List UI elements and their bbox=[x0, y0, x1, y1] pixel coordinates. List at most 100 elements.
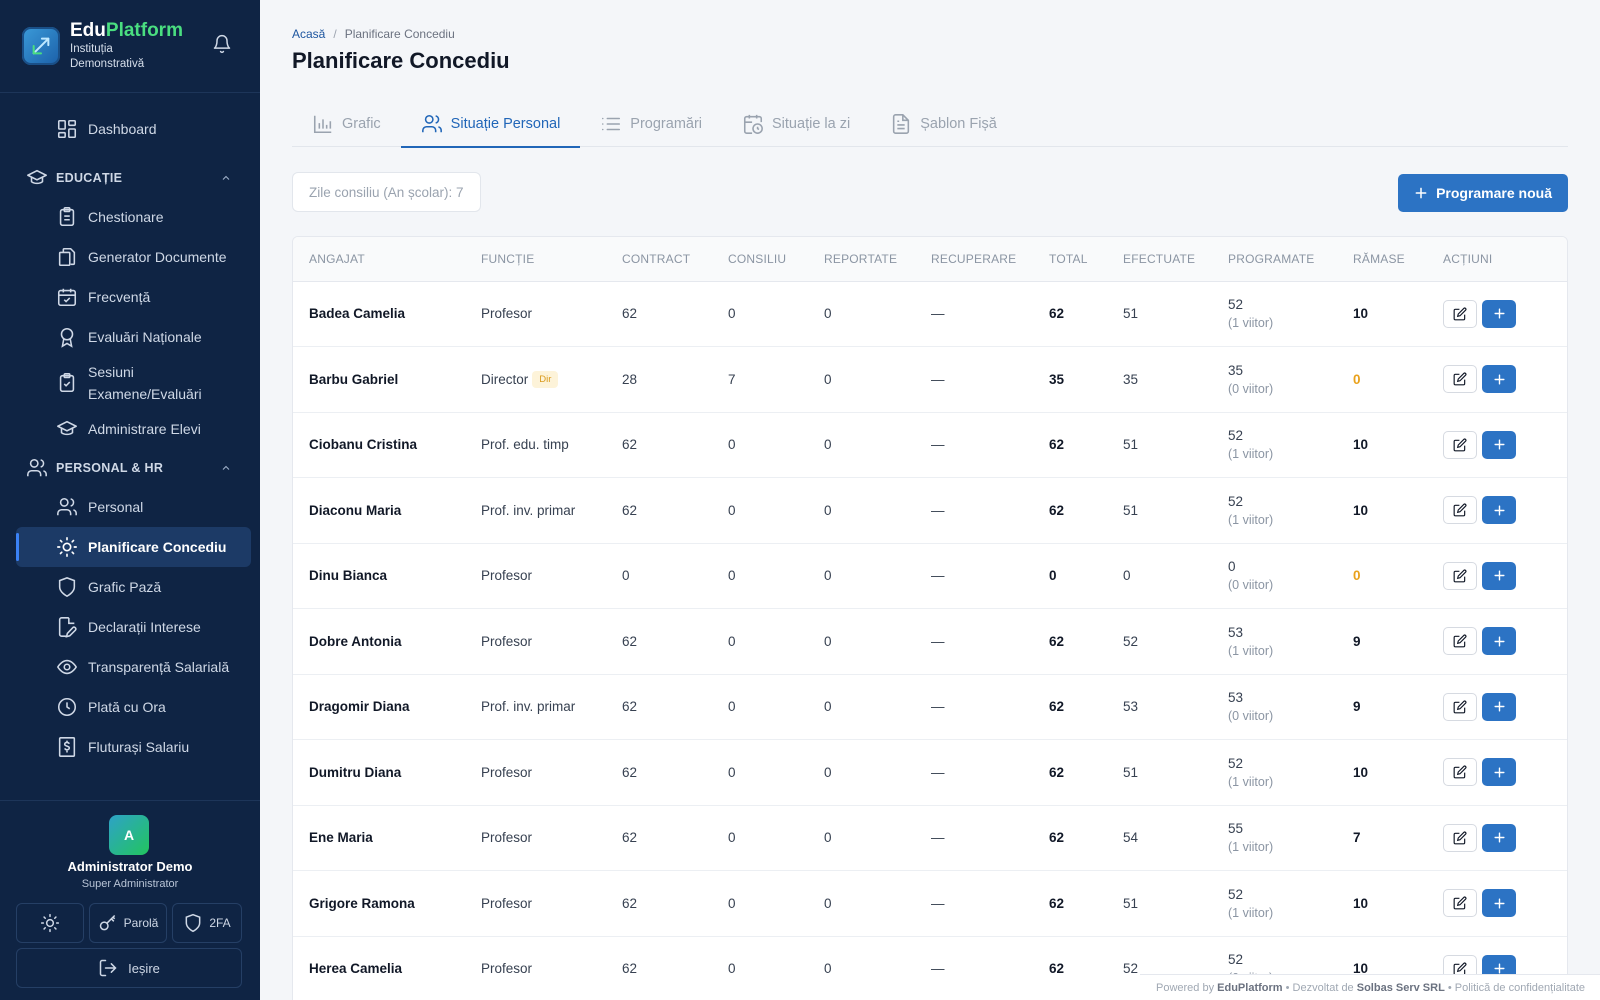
edit-button[interactable] bbox=[1443, 627, 1477, 656]
add-button[interactable] bbox=[1482, 627, 1516, 656]
sidebar-item-personal[interactable]: Personal bbox=[16, 487, 251, 527]
total-days: 62 bbox=[1033, 477, 1107, 544]
table-row[interactable]: Dragomir Diana Prof. inv. primar 62 0 0—62 53… bbox=[293, 674, 1567, 740]
files-icon bbox=[58, 247, 76, 267]
remaining-days: 10 bbox=[1337, 870, 1427, 937]
column-header[interactable]: Funcție bbox=[465, 237, 606, 282]
council-days: 0 bbox=[712, 936, 808, 1000]
edit-button[interactable] bbox=[1443, 823, 1477, 852]
table-row[interactable]: Ciobanu Cristina Prof. edu. timp 62 0 0—62 51… bbox=[293, 412, 1567, 478]
carried-days: 0 bbox=[808, 281, 915, 347]
employee-role: Profesor bbox=[465, 805, 606, 871]
carried-days: 0 bbox=[808, 870, 915, 937]
table-row[interactable]: Badea Camelia Profesor 62 0 0—62 51 52 (1 viito… bbox=[293, 281, 1567, 347]
avatar[interactable]: A bbox=[109, 815, 149, 855]
column-header[interactable]: Rămase bbox=[1337, 237, 1427, 282]
column-header[interactable]: Reportate bbox=[808, 237, 915, 282]
total-days: 62 bbox=[1033, 805, 1107, 871]
logout-label: Ieșire bbox=[128, 960, 160, 976]
table-row[interactable]: Grigore Ramona Profesor 62 0 0—62 51 52 (1 viit… bbox=[293, 870, 1567, 937]
column-header[interactable]: Total bbox=[1033, 237, 1107, 282]
contract-days: 62 bbox=[606, 477, 712, 544]
theme-toggle-button[interactable] bbox=[16, 903, 84, 943]
sidebar-item-fluturasi-salariu[interactable]: Fluturași Salariu bbox=[16, 727, 251, 767]
add-button[interactable] bbox=[1482, 299, 1516, 328]
employee-role: Profesor bbox=[465, 870, 606, 937]
sidebar-item-dashboard[interactable]: Dashboard bbox=[16, 109, 251, 149]
column-header[interactable]: Angajat bbox=[293, 237, 465, 282]
council-days: 0 bbox=[712, 543, 808, 609]
footer-policy-link[interactable]: • Politică de confidențialitate bbox=[1448, 982, 1585, 994]
column-header[interactable]: Programate bbox=[1212, 237, 1337, 282]
planned-future: (1 viitor) bbox=[1228, 774, 1274, 789]
tab-programari[interactable]: Programări bbox=[580, 100, 722, 147]
add-button[interactable] bbox=[1482, 823, 1516, 852]
two-factor-button[interactable]: 2FA bbox=[172, 903, 242, 943]
edit-button[interactable] bbox=[1443, 561, 1477, 590]
sidebar-item-chestionare[interactable]: Chestionare bbox=[16, 197, 251, 237]
table-row[interactable]: Dinu Bianca Profesor 0 0 0—0 0 0 (0 viitor) 0 bbox=[293, 543, 1567, 609]
recovery-days: — bbox=[915, 936, 1033, 1000]
add-button[interactable] bbox=[1482, 692, 1516, 721]
add-button[interactable] bbox=[1482, 430, 1516, 459]
new-schedule-button[interactable]: Programare nouă bbox=[1398, 174, 1568, 212]
role-text: Profesor bbox=[481, 306, 533, 322]
bell-icon[interactable] bbox=[212, 34, 232, 59]
planned-days: 52 (1 viitor) bbox=[1212, 870, 1337, 937]
add-button[interactable] bbox=[1482, 496, 1516, 525]
edit-icon bbox=[1453, 896, 1467, 910]
planned-days: 53 (0 viitor) bbox=[1212, 674, 1337, 740]
edit-button[interactable] bbox=[1443, 365, 1477, 394]
tab-situatie-la-zi[interactable]: Situație la zi bbox=[722, 100, 870, 147]
edit-button[interactable] bbox=[1443, 299, 1477, 328]
row-actions bbox=[1427, 477, 1567, 544]
sidebar-item-generator-documente[interactable]: Generator Documente bbox=[16, 237, 251, 277]
role-text: Profesor bbox=[481, 961, 533, 977]
sidebar-item-transparenta-salariala[interactable]: Transparență Salarială bbox=[16, 647, 251, 687]
table-row[interactable]: Dobre Antonia Profesor 62 0 0—62 52 53 (1 viito… bbox=[293, 608, 1567, 675]
sidebar-item-label: Transparență Salarială bbox=[88, 659, 230, 675]
edit-icon bbox=[1453, 307, 1467, 321]
sidebar-item-planificare-concediu[interactable]: Planificare Concediu bbox=[16, 527, 251, 567]
table-row[interactable]: Diaconu Maria Prof. inv. primar 62 0 0—62 51 5… bbox=[293, 477, 1567, 544]
sidebar-item-administrare-elevi[interactable]: Administrare Elevi bbox=[16, 409, 251, 449]
column-header[interactable]: Recuperare bbox=[915, 237, 1033, 282]
edit-button[interactable] bbox=[1443, 758, 1477, 787]
logout-button[interactable]: Ieșire bbox=[16, 948, 242, 988]
institution-name: Instituția Demonstrativă bbox=[70, 43, 145, 70]
remaining-days: 9 bbox=[1337, 674, 1427, 740]
password-button[interactable]: Parolă bbox=[89, 903, 167, 943]
column-header: Acțiuni bbox=[1427, 237, 1567, 282]
recovery-days: — bbox=[915, 739, 1033, 806]
add-button[interactable] bbox=[1482, 758, 1516, 787]
sidebar-item-declaratii-interese[interactable]: Declarații Interese bbox=[16, 607, 251, 647]
table-row[interactable]: Dumitru Diana Profesor 62 0 0—62 51 52 (1 viito… bbox=[293, 739, 1567, 806]
edit-button[interactable] bbox=[1443, 889, 1477, 918]
section-education[interactable]: EDUCAȚIE bbox=[0, 159, 260, 197]
table-row[interactable]: Ene Maria Profesor 62 0 0—62 54 55 (1 viitor) 7 bbox=[293, 805, 1567, 871]
sidebar-item-sesiuni-examene[interactable]: Sesiuni Examene/Evaluări bbox=[16, 357, 251, 409]
sidebar-item-grafic-paza[interactable]: Grafic Pază bbox=[16, 567, 251, 607]
employee-role: Profesor bbox=[465, 608, 606, 675]
contract-days: 62 bbox=[606, 281, 712, 347]
edit-button[interactable] bbox=[1443, 496, 1477, 525]
sidebar-item-evaluari-nationale[interactable]: Evaluări Naționale bbox=[16, 317, 251, 357]
table-row[interactable]: Barbu Gabriel Director Dir 28 7 0—35 35 35 (0 vi… bbox=[293, 346, 1567, 413]
tab-label: Programări bbox=[630, 115, 703, 132]
add-button[interactable] bbox=[1482, 889, 1516, 918]
edit-button[interactable] bbox=[1443, 430, 1477, 459]
breadcrumb-home-link[interactable]: Acasă bbox=[292, 27, 325, 41]
section-personal-hr[interactable]: PERSONAL & HR bbox=[0, 449, 260, 487]
tab-situatie-personal[interactable]: Situație Personal bbox=[400, 100, 581, 148]
column-header[interactable]: Consiliu bbox=[712, 237, 808, 282]
sidebar-item-frecventa[interactable]: Frecvență bbox=[16, 277, 251, 317]
sidebar-item-plata-cu-ora[interactable]: Plată cu Ora bbox=[16, 687, 251, 727]
edit-button[interactable] bbox=[1443, 692, 1477, 721]
shield-icon bbox=[58, 577, 76, 598]
column-header[interactable]: Contract bbox=[606, 237, 712, 282]
add-button[interactable] bbox=[1482, 561, 1516, 590]
column-header[interactable]: Efectuate bbox=[1107, 237, 1212, 282]
tab-grafic[interactable]: Grafic bbox=[292, 100, 401, 147]
add-button[interactable] bbox=[1482, 365, 1516, 394]
tab-sablon-fisa[interactable]: Șablon Fișă bbox=[870, 100, 1017, 147]
